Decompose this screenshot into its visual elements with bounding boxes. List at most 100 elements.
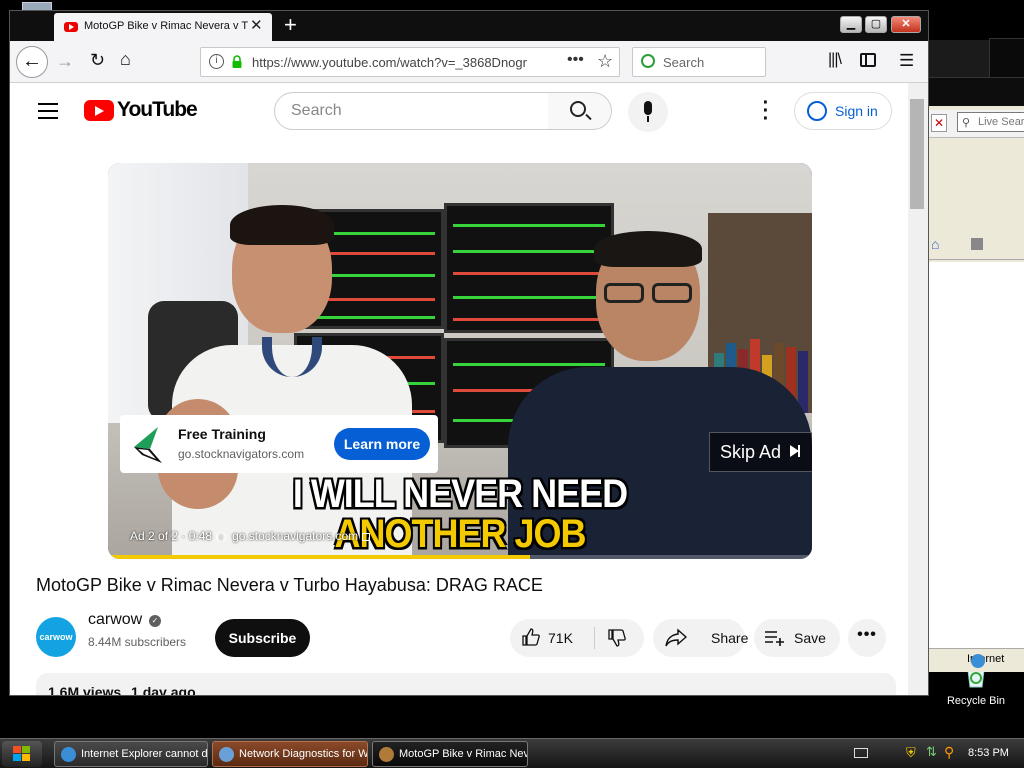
- search-engine-icon: [641, 54, 655, 68]
- upload-date: 1 day ago: [131, 684, 196, 695]
- live-search-placeholder: Live Search: [978, 116, 1024, 128]
- maximize-button[interactable]: ▢: [865, 16, 887, 33]
- sign-in-button[interactable]: Sign in: [794, 92, 892, 130]
- globe-icon: [971, 654, 985, 668]
- ad-overlay-card[interactable]: Free Training go.stocknavigators.com Lea…: [120, 415, 438, 473]
- channel-name[interactable]: carwow: [88, 611, 142, 629]
- voice-search-button[interactable]: [628, 92, 668, 132]
- hamburger-menu-icon[interactable]: ☰: [899, 51, 914, 71]
- like-dislike-group: 71K: [510, 619, 644, 657]
- taskbar: Internet Explorer cannot display the web…: [0, 738, 1024, 768]
- tab-close-icon[interactable]: ✕: [250, 16, 263, 34]
- more-actions-button[interactable]: •••: [848, 619, 886, 657]
- search-tray-icon[interactable]: ⚲: [944, 744, 954, 761]
- back-button[interactable]: ←: [16, 46, 48, 78]
- background-window-titlebar-2: [989, 38, 1024, 78]
- taskbar-item-network-diagnostics[interactable]: Network Diagnostics for Windows: [212, 741, 368, 767]
- search-icon: [570, 101, 586, 117]
- skip-ad-label: Skip Ad: [720, 442, 782, 462]
- windows-flag-icon: [13, 746, 31, 762]
- navigation-toolbar: ← → ↻ ⌂ i https://www.youtube.com/watch?…: [10, 41, 928, 83]
- youtube-search-button[interactable]: [548, 92, 612, 130]
- bookmark-star-icon[interactable]: ☆: [597, 51, 613, 72]
- background-window-bar: [927, 78, 1024, 106]
- feed-icon[interactable]: [971, 238, 983, 250]
- youtube-search-input[interactable]: Search: [274, 92, 550, 130]
- thumbs-down-icon: [608, 629, 626, 647]
- dislike-button[interactable]: [596, 619, 644, 657]
- start-button[interactable]: [2, 741, 42, 767]
- background-window-statusbar: Internet: [927, 648, 1024, 672]
- live-search-input[interactable]: ⚲ Live Search: [957, 112, 1024, 132]
- skip-next-icon: [790, 445, 800, 457]
- save-label: Save: [794, 630, 826, 646]
- channel-avatar[interactable]: carwow: [36, 617, 76, 657]
- learn-more-button[interactable]: Learn more: [334, 428, 430, 460]
- verified-check-icon: ✓: [149, 615, 161, 627]
- ad-title: Free Training: [178, 426, 266, 442]
- person-right-glasses: [600, 283, 696, 305]
- description-box[interactable]: 1.6M views 1 day ago: [36, 673, 896, 695]
- stocknavigators-logo-icon: [134, 427, 162, 463]
- taskbar-item-firefox[interactable]: MotoGP Bike v Rimac Nevera v Turbo Hayab…: [372, 741, 528, 767]
- person-right-hair: [594, 231, 702, 267]
- taskbar-item-ie[interactable]: Internet Explorer cannot display the web…: [54, 741, 208, 767]
- page-actions-icon[interactable]: •••: [567, 51, 584, 69]
- internet-explorer-icon: [61, 747, 76, 762]
- firefox-window[interactable]: MotoGP Bike v Rimac Nevera v Turbo Hayab…: [9, 10, 929, 696]
- network-icon[interactable]: ⇅: [926, 744, 937, 760]
- guide-menu-icon[interactable]: [38, 103, 58, 119]
- microphone-icon: [644, 101, 652, 115]
- tab-strip: MotoGP Bike v Rimac Nevera v Turbo Hayab…: [10, 11, 928, 41]
- ad-info-icon[interactable]: i: [216, 531, 227, 542]
- like-divider: [594, 627, 595, 649]
- tab-youtube[interactable]: MotoGP Bike v Rimac Nevera v Turbo Hayab…: [54, 13, 272, 41]
- background-ie-window[interactable]: ✕ ⚲ Live Search ⌂ Internet: [926, 38, 1024, 672]
- ad-progress-bar[interactable]: [108, 555, 812, 559]
- clock[interactable]: 8:53 PM: [968, 747, 1009, 759]
- external-link-icon[interactable]: [362, 532, 371, 541]
- search-icon: ⚲: [962, 117, 971, 129]
- new-tab-button[interactable]: +: [284, 12, 297, 38]
- subscribe-button[interactable]: Subscribe: [215, 619, 310, 657]
- close-window-button[interactable]: ✕: [891, 16, 921, 33]
- youtube-favicon-icon: [64, 22, 78, 32]
- skip-ad-button[interactable]: Skip Ad: [709, 432, 812, 472]
- save-button[interactable]: Save: [754, 619, 840, 657]
- settings-kebab-icon[interactable]: · · ·: [762, 93, 770, 129]
- scrollbar-thumb[interactable]: [910, 99, 924, 209]
- ad-progress-fill: [108, 555, 531, 559]
- minimize-button[interactable]: ▁: [840, 16, 862, 33]
- reload-button[interactable]: ↻: [90, 50, 105, 71]
- security-shield-icon[interactable]: ⛨: [906, 745, 916, 761]
- page-scrollbar[interactable]: [908, 83, 928, 695]
- url-text[interactable]: https://www.youtube.com/watch?v=_3868Dno…: [252, 55, 562, 70]
- stop-icon[interactable]: ✕: [931, 114, 947, 132]
- keyboard-icon[interactable]: [854, 748, 868, 758]
- like-button[interactable]: 71K: [510, 619, 594, 657]
- lock-icon: [232, 55, 242, 68]
- youtube-page: YouTube Search · · · Sign in Free Traini…: [10, 83, 910, 695]
- tab-title: MotoGP Bike v Rimac Nevera v Turbo Hayab…: [84, 20, 248, 32]
- share-button[interactable]: Share: [653, 619, 749, 657]
- ad-info-bar[interactable]: Ad 2 of 2 · 0:48 i go.stocknavigators.com: [130, 529, 371, 543]
- sidebar-icon[interactable]: [860, 53, 876, 67]
- sign-in-label: Sign in: [835, 103, 878, 119]
- taskbar-item-label: Network Diagnostics for Windows: [239, 748, 368, 760]
- taskbar-item-label: Internet Explorer cannot display the web…: [81, 748, 208, 760]
- site-info-icon[interactable]: i: [209, 54, 224, 69]
- share-arrow-icon: [665, 628, 687, 647]
- ad-info-domain[interactable]: go.stocknavigators.com: [232, 529, 358, 543]
- home-button[interactable]: ⌂: [120, 49, 131, 70]
- home-icon[interactable]: ⌂: [931, 236, 939, 252]
- person-left-hair: [230, 205, 334, 245]
- url-bar[interactable]: i https://www.youtube.com/watch?v=_3868D…: [200, 47, 620, 77]
- video-title: MotoGP Bike v Rimac Nevera v Turbo Hayab…: [36, 575, 543, 595]
- browser-search-input[interactable]: Search: [632, 47, 766, 77]
- library-icon[interactable]: |||\: [828, 51, 842, 69]
- forward-button[interactable]: →: [56, 51, 74, 72]
- share-label: Share: [711, 630, 749, 646]
- video-player[interactable]: Free Training go.stocknavigators.com Lea…: [108, 163, 812, 559]
- view-count: 1.6M views: [48, 684, 122, 695]
- ad-counter: Ad 2 of 2 · 0:48: [130, 529, 213, 543]
